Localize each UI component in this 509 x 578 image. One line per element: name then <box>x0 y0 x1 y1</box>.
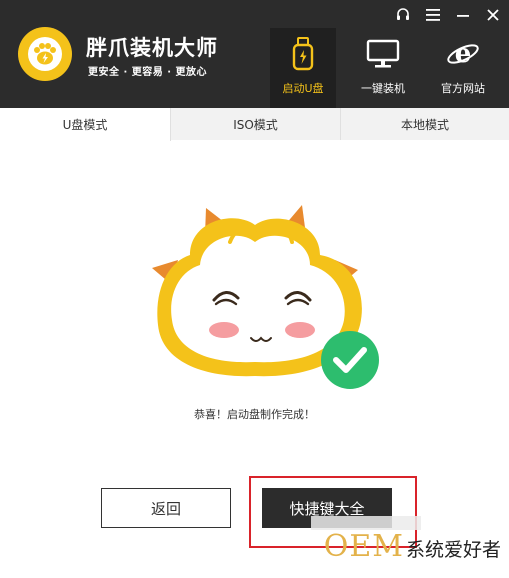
watermark-brand: OEM <box>323 529 404 564</box>
svg-text:e: e <box>455 39 472 69</box>
back-button[interactable]: 返回 <box>101 488 231 528</box>
title-bar: 胖爪装机大师 更安全 · 更容易 · 更放心 启动U盘 一键装机 e 官方网站 <box>0 0 509 108</box>
tab-local-mode[interactable]: 本地模式 <box>341 108 509 140</box>
nav-one-click-install[interactable]: 一键装机 <box>350 28 416 108</box>
nav-official-site[interactable]: e 官方网站 <box>430 28 496 108</box>
app-slogan: 更安全 · 更容易 · 更放心 <box>88 67 208 78</box>
nav-label: 一键装机 <box>361 82 405 95</box>
close-icon <box>487 9 499 21</box>
menu-icon <box>426 9 440 21</box>
watermark: OEM 系统爱好者 <box>324 529 501 564</box>
app-logo <box>18 27 72 81</box>
tab-iso-mode[interactable]: ISO模式 <box>171 108 341 140</box>
menu-button[interactable] <box>423 5 443 25</box>
mode-tab-bar: U盘模式 ISO模式 本地模式 <box>0 108 509 141</box>
success-message: 恭喜！启动盘制作完成！ <box>194 408 315 421</box>
watermark-strip <box>311 516 421 530</box>
minimize-icon <box>457 15 469 17</box>
headset-icon <box>397 8 409 20</box>
monitor-icon <box>363 34 403 74</box>
usb-drive-icon <box>283 34 323 74</box>
mascot-cheek <box>209 322 239 338</box>
mascot-illustration <box>152 205 379 389</box>
tab-usb-mode[interactable]: U盘模式 <box>0 108 171 141</box>
nav-label: 启动U盘 <box>282 82 324 95</box>
mascot-cheek <box>285 322 315 338</box>
minimize-button[interactable] <box>453 5 473 25</box>
paw-logo-icon <box>28 37 62 71</box>
close-button[interactable] <box>483 5 503 25</box>
app-title: 胖爪装机大师 <box>86 36 218 60</box>
support-button[interactable] <box>393 5 413 25</box>
nav-label: 官方网站 <box>441 82 485 95</box>
nav-boot-usb[interactable]: 启动U盘 <box>270 28 336 108</box>
ie-browser-icon: e <box>443 34 483 74</box>
success-check-icon <box>321 331 379 389</box>
watermark-text: 系统爱好者 <box>405 539 501 561</box>
